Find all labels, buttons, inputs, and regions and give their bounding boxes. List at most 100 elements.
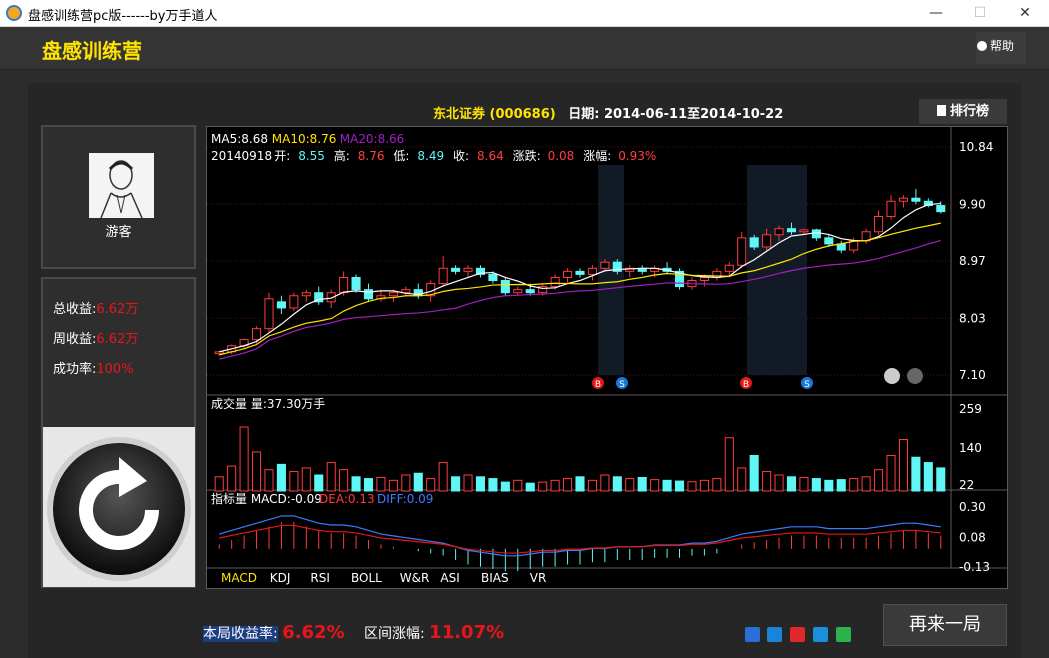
volume-bar xyxy=(774,474,784,492)
round-return-value: 6.62% xyxy=(282,622,345,643)
stock-chart[interactable]: 10.84 9.90 8.97 8.03 7.10 MA5:8.68 MA10:8.76 MA… xyxy=(206,126,1008,589)
macd-tick-label: 0.08 xyxy=(959,531,986,545)
scroll-left-icon xyxy=(884,368,900,384)
volume-bar xyxy=(600,474,610,492)
volume-bar xyxy=(625,478,635,492)
user-portrait-icon xyxy=(100,160,143,219)
ohlc-value-4: 0.08 xyxy=(548,149,575,163)
candle-body xyxy=(762,234,772,248)
candle-body xyxy=(886,200,896,217)
stat-value: 6.62万 xyxy=(96,332,139,347)
candle-body xyxy=(874,215,884,233)
ma-legend-0: MA5:8.68 xyxy=(211,132,268,146)
maximize-button[interactable]: ☐ xyxy=(958,0,1002,27)
candle-body xyxy=(264,298,274,330)
macd-title: 指标量 MACD:-0.09 xyxy=(211,491,322,506)
tencent-weibo-icon[interactable] xyxy=(813,627,828,642)
volume-bar xyxy=(824,479,834,492)
volume-bar xyxy=(513,479,523,492)
macd-dea: DEA:0.13 xyxy=(319,492,375,506)
price-tick-label: 8.97 xyxy=(959,254,986,268)
indicator-tab-asi[interactable]: ASI xyxy=(440,571,459,585)
window-title: 盘感训练营pc版------by万手道人 xyxy=(28,9,218,24)
candle-body xyxy=(214,351,224,355)
volume-bar xyxy=(563,478,573,492)
help-button[interactable]: 帮助 xyxy=(976,32,1026,64)
indicator-tab-wr[interactable]: W&R xyxy=(400,571,430,585)
volume-bar xyxy=(463,474,473,492)
round-return-label: 本局收益率: xyxy=(203,626,278,642)
round-return: 本局收益率: 6.62% xyxy=(203,622,345,643)
candle-body xyxy=(911,197,921,202)
weibo-icon[interactable] xyxy=(790,627,805,642)
ohlc-value-2: 8.49 xyxy=(417,149,444,163)
volume-bar xyxy=(886,454,896,492)
ohlc-label-0: 开: xyxy=(274,149,290,163)
trade-marker-label: B xyxy=(743,380,749,390)
volume-bar xyxy=(314,474,324,492)
candle-body xyxy=(836,243,846,251)
indicator-tab-kdj[interactable]: KDJ xyxy=(270,571,291,585)
volume-bar xyxy=(861,476,871,492)
ohlc-label-4: 涨跌: xyxy=(513,148,541,163)
close-button[interactable]: ✕ xyxy=(1003,0,1047,27)
indicator-tab-bias[interactable]: BIAS xyxy=(481,571,509,585)
volume-bar xyxy=(438,462,448,492)
price-tick-label: 8.03 xyxy=(959,311,986,325)
volume-bar xyxy=(339,469,349,492)
volume-bar xyxy=(227,465,237,492)
volume-bar xyxy=(811,478,821,492)
plus-share-icon[interactable] xyxy=(745,627,760,642)
candle-body xyxy=(388,292,398,297)
candle-body xyxy=(811,229,821,239)
chart-canvas: 10.849.908.978.037.10MA5:8.68 MA10:8.76 MA… xyxy=(207,127,1007,585)
scroll-right-icon xyxy=(907,368,923,384)
volume-bar xyxy=(786,476,797,492)
candle-body xyxy=(251,328,262,341)
volume-bar xyxy=(687,481,697,492)
volume-bar xyxy=(637,477,647,492)
ohlc-label-2: 低: xyxy=(393,149,409,163)
restart-round-button[interactable] xyxy=(43,427,195,587)
candle-body xyxy=(724,264,734,272)
candle-body xyxy=(276,301,286,309)
candle-body xyxy=(575,270,585,275)
stock-code: (000686) xyxy=(489,107,556,122)
volume-bar xyxy=(276,463,286,492)
candle-body xyxy=(500,280,510,294)
wechat-icon[interactable] xyxy=(836,627,851,642)
volume-bar xyxy=(475,476,486,492)
candle-body xyxy=(824,237,834,245)
volume-bar xyxy=(426,478,436,492)
leaderboard-label: 排行榜 xyxy=(949,104,989,119)
volume-bar xyxy=(251,451,262,492)
indicator-tab-macd[interactable]: MACD xyxy=(221,571,257,585)
candle-body xyxy=(936,205,946,213)
candle-body xyxy=(289,295,299,309)
candle-body xyxy=(550,276,560,288)
qzone-icon[interactable] xyxy=(767,627,782,642)
candle-body xyxy=(799,229,809,233)
volume-tick-label: 22 xyxy=(959,478,974,492)
indicator-tab-vr[interactable]: VR xyxy=(530,571,547,585)
bookmark-icon xyxy=(936,105,946,116)
minimize-button[interactable]: — xyxy=(914,0,958,27)
volume-bar xyxy=(849,478,859,492)
indicator-tab-boll[interactable]: BOLL xyxy=(351,571,382,585)
macd-tick-label: 0.30 xyxy=(959,500,986,514)
volume-bar xyxy=(351,476,361,492)
volume-bar xyxy=(500,481,510,492)
leaderboard-button[interactable]: 排行榜 xyxy=(919,99,1007,124)
window-titlebar: 盘感训练营pc版------by万手道人 — ☐ ✕ xyxy=(0,0,1049,27)
indicator-tab-rsi[interactable]: RSI xyxy=(310,571,330,585)
candle-body xyxy=(451,267,461,272)
stat-label: 总收益: xyxy=(53,302,97,317)
play-again-button[interactable]: 再来一局 xyxy=(883,604,1007,646)
user-name: 游客 xyxy=(105,225,132,240)
volume-bar xyxy=(923,462,933,492)
volume-bar xyxy=(799,477,809,492)
trade-marker-label: B xyxy=(595,380,601,390)
candle-body xyxy=(786,228,797,233)
candle-body xyxy=(351,276,361,291)
candle-body xyxy=(339,276,349,294)
